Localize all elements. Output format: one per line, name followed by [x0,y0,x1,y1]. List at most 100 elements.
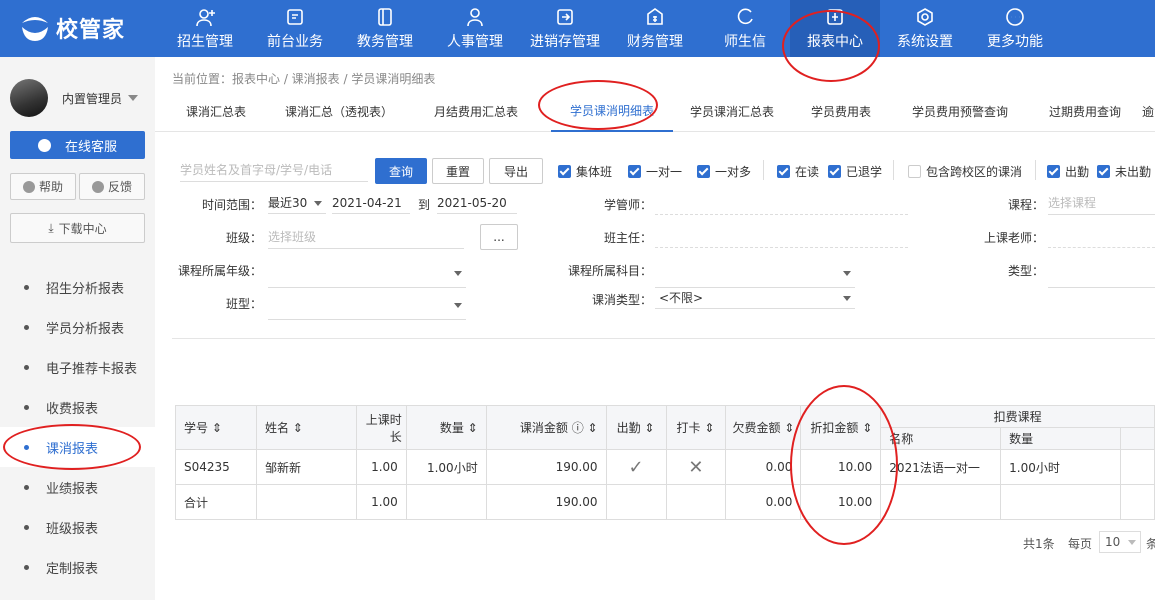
user-menu[interactable]: 内置管理员 [10,79,139,117]
feedback-button[interactable]: 反馈 [79,173,145,200]
reset-button[interactable]: 重置 [432,158,484,184]
checkbox-cross-campus[interactable]: 包含跨校区的课消 [908,163,1022,180]
table-cell: 190.00 [485,449,607,485]
nav-item-monitor[interactable]: 前台业务 [250,0,340,57]
nav-item-message[interactable]: 师生信 [700,0,790,57]
checkbox-absent[interactable]: 未出勤 [1097,163,1151,180]
col-header-punch[interactable]: 打卡 ⇕ [665,405,727,450]
col-header-qty[interactable]: 数量 ⇕ [405,405,487,450]
nav-item-report[interactable]: 报表中心 [790,0,880,57]
nav-item-more[interactable]: 更多功能 [970,0,1060,57]
sidebar-item-5[interactable]: 业绩报表 [0,467,155,507]
consume-type-label: 课消类型： [591,293,652,307]
help-button[interactable]: 帮助 [10,173,76,200]
checkbox-attended[interactable]: 出勤 [1047,163,1089,180]
time-range-select[interactable]: 最近30 [268,192,326,214]
table-cell [1000,484,1121,520]
tab-7[interactable]: 过期费用查询 [1029,90,1141,132]
time-range-label: 时间范围： [201,198,262,212]
col-header-discount[interactable]: 折扣金额 ⇕ [800,405,882,450]
nav-item-inventory[interactable]: 进销存管理 [520,0,610,57]
search-input[interactable]: 学员姓名及首字母/学号/电话 [180,158,368,182]
class-type-select[interactable] [268,294,466,320]
checkbox-label: 出勤 [1065,165,1090,179]
checkbox-label: 未出勤 [1115,165,1152,179]
class-picker-button[interactable]: ... [480,224,518,250]
brand-logo[interactable]: 校管家 [18,12,125,44]
book-icon [378,7,392,26]
sidebar-item-1[interactable]: 学员分析报表 [0,307,155,347]
tab-0[interactable]: 课消汇总表 [155,90,277,132]
table-row[interactable]: S04235 邹新新 1.00 1.00小时 190.00 ✓ ✕ 0.00 10.00 2021… [175,449,1155,485]
col-header-duration[interactable]: 上课时长 [355,405,407,450]
tab-5[interactable]: 学员费用表 [791,90,891,132]
sidebar-item-2[interactable]: 电子推荐卡报表 [0,347,155,387]
sidebar-item-4[interactable]: 课消报表 [0,427,155,467]
sidebar-item-0[interactable]: 招生分析报表 [0,267,155,307]
checkbox-group-class[interactable]: 集体班 [558,163,612,180]
nav-item-person[interactable]: 人事管理 [430,0,520,57]
sidebar-item-6[interactable]: 班级报表 [0,507,155,547]
chat-icon [37,138,51,152]
table-row[interactable]: 合计 1.00 190.00 0.00 10.00 [175,484,1155,520]
chevron-down-icon [314,201,322,206]
tab-1[interactable]: 课消汇总（透视表） [277,90,401,132]
bullet-icon [24,284,29,290]
nav-item-finance[interactable]: 财务管理 [610,0,700,57]
tab-8[interactable]: 逾 [1141,90,1155,132]
sidebar-item-label: 课消报表 [46,441,99,457]
manager-label: 学管师： [603,198,652,212]
chevron-down-icon [454,271,462,276]
date-from-input[interactable]: 2021-04-21 [332,192,410,214]
nav-item-label: 报表中心 [807,33,863,50]
query-button[interactable]: 查询 [375,158,427,184]
top-navigation-bar: 校管家 招生管理 前台业务 教务管理 人事管理 进销存管理 财务管理 师生信 报表中心 系统设置… [0,0,1155,57]
checkbox-label: 在读 [795,165,820,179]
course-input[interactable]: 选择课程 [1048,191,1155,215]
subject-select[interactable] [655,262,855,288]
checkbox-withdrawn[interactable]: 已退学 [828,163,882,180]
date-to-input[interactable]: 2021-05-20 [437,192,517,214]
chevron-down-icon [1128,540,1136,545]
sidebar-item-3[interactable]: 收费报表 [0,387,155,427]
consume-type-select[interactable]: <不限> [655,287,855,309]
class-input[interactable]: 选择班级 [268,225,464,249]
checkbox-one-on-one[interactable]: 一对一 [628,163,682,180]
date-to-value: 2021-05-20 [437,195,507,210]
divider [893,160,894,180]
nav-item-book[interactable]: 教务管理 [340,0,430,57]
type-select[interactable] [1048,262,1155,288]
grade-label: 课程所属年级： [177,264,262,278]
nav-item-user-add[interactable]: 招生管理 [160,0,250,57]
tab-4[interactable]: 学员课消汇总表 [673,90,791,132]
nav-item-label: 师生信 [724,33,766,50]
tab-6[interactable]: 学员费用预警查询 [891,90,1029,132]
checkbox-label: 一对一 [646,165,683,179]
col-header-amount[interactable]: 课消金额 ⓘ ⇕ [485,405,607,450]
grade-select[interactable] [268,262,466,288]
col-header-id[interactable]: 学号 ⇕ [175,405,257,450]
online-service-label: 在线客服 [64,139,117,155]
tab-2[interactable]: 月结费用汇总表 [401,90,551,132]
report-tabs: 课消汇总表 课消汇总（透视表） 月结费用汇总表 学员课消明细表 学员课消汇总表 学员费用表… [155,90,1155,132]
checkbox-icon [777,165,790,178]
sidebar-item-7[interactable]: 定制报表 [0,547,155,587]
export-button[interactable]: 导出 [489,158,543,184]
download-center-button[interactable]: ⤓ 下载中心 [10,213,145,243]
checkbox-one-to-many[interactable]: 一对多 [697,163,751,180]
download-icon: ⤓ [48,220,54,235]
table-cell: 1.00小时 [405,449,487,485]
nav-item-settings[interactable]: 系统设置 [880,0,970,57]
teacher-input[interactable] [1048,247,1155,248]
col-header-name[interactable]: 姓名 ⇕ [255,405,357,450]
manager-input[interactable] [655,214,908,215]
head-teacher-input[interactable] [655,247,908,248]
online-service-button[interactable]: 在线客服 [10,131,145,159]
per-page-select[interactable]: 10 [1099,531,1141,553]
checkbox-studying[interactable]: 在读 [777,163,819,180]
table-cell [255,484,357,520]
col-header-owe[interactable]: 欠费金额 ⇕ [725,405,802,450]
nav-item-label: 前台业务 [267,33,323,50]
tab-3[interactable]: 学员课消明细表 [551,90,673,132]
col-header-attend[interactable]: 出勤 ⇕ [605,405,667,450]
